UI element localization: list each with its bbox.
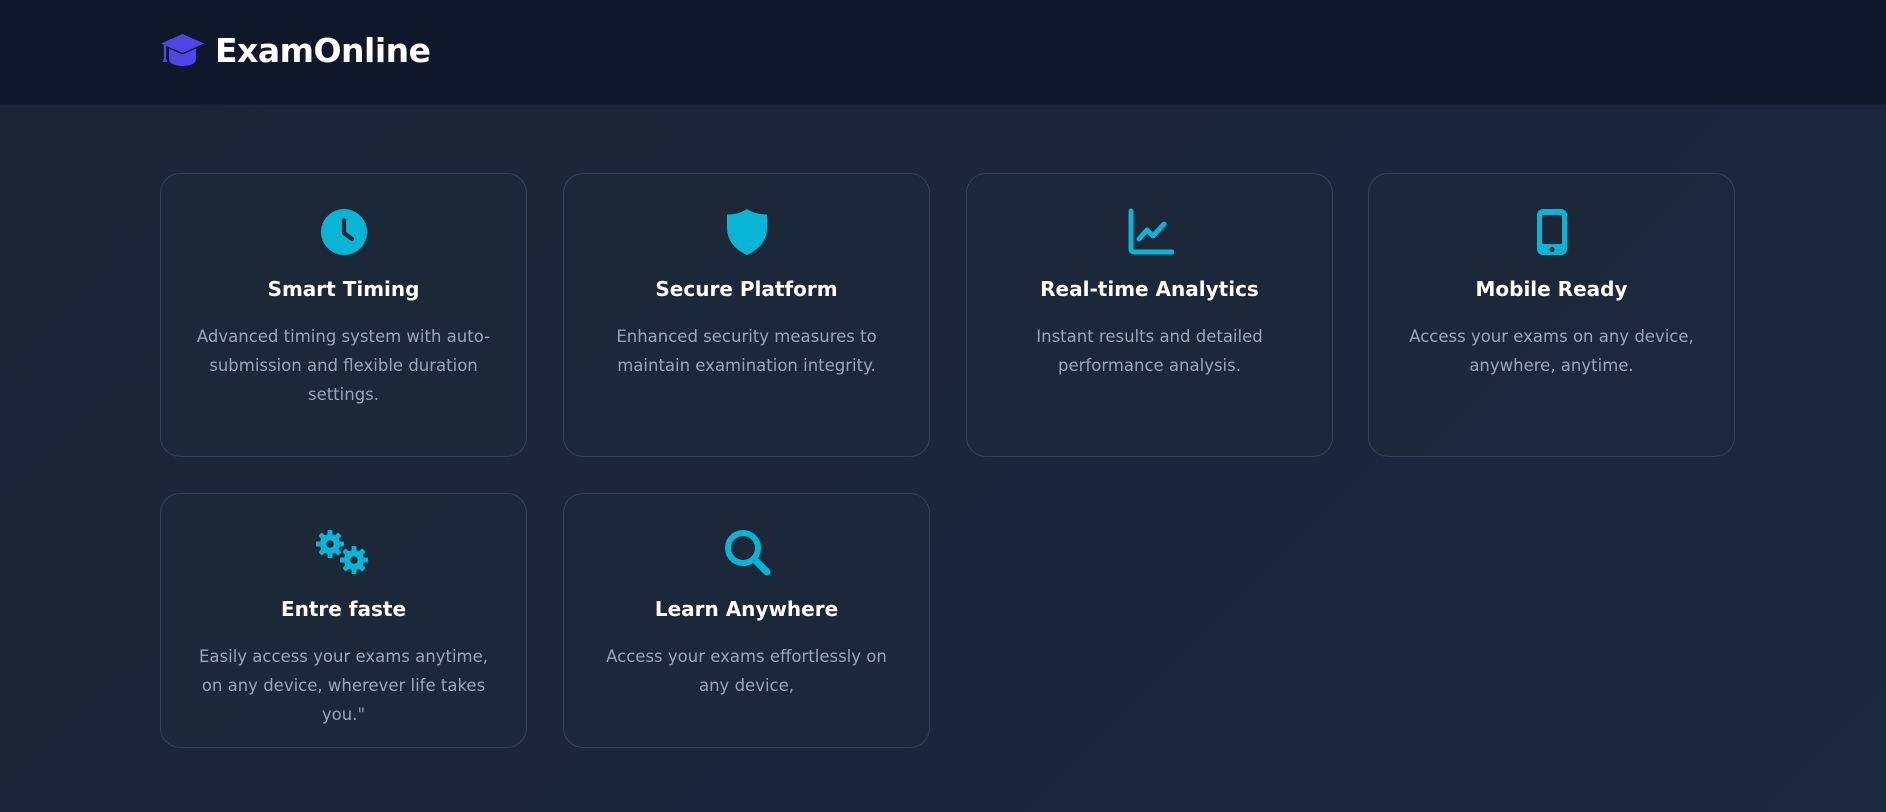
feature-card-real-time-analytics: Real-time Analytics Instant results and … — [966, 173, 1333, 457]
feature-card-secure-platform: Secure Platform Enhanced security measur… — [563, 173, 930, 457]
feature-card-smart-timing: Smart Timing Advanced timing system with… — [160, 173, 527, 457]
feature-title: Secure Platform — [655, 277, 838, 301]
feature-description: Access your exams effortlessly on any de… — [606, 647, 887, 695]
feature-title: Smart Timing — [267, 277, 420, 301]
feature-title: Mobile Ready — [1475, 277, 1628, 301]
feature-card-learn-anywhere: Learn Anywhere Access your exams effortl… — [563, 493, 930, 748]
feature-description: Enhanced security measures to maintain e… — [616, 327, 877, 375]
shield-icon — [726, 209, 767, 255]
chart-line-icon — [1128, 208, 1174, 255]
clock-icon — [320, 209, 367, 255]
brand-title: ExamOnline — [215, 30, 431, 70]
feature-title: Learn Anywhere — [654, 597, 839, 621]
feature-description: Access your exams on any device, anywher… — [1409, 327, 1694, 375]
brand-logo-link[interactable]: ExamOnline — [160, 30, 431, 70]
mobile-phone-icon — [1536, 209, 1567, 255]
feature-card-mobile-ready: Mobile Ready Access your exams on any de… — [1368, 173, 1735, 457]
gears-icon — [315, 530, 368, 574]
search-icon — [724, 530, 770, 576]
feature-title: Entre faste — [280, 597, 407, 621]
feature-description: Instant results and detailed performance… — [1036, 327, 1263, 375]
feature-description: Advanced timing system with auto-submiss… — [196, 327, 491, 404]
feature-card-entre-faste: Entre faste Easily access your exams any… — [160, 493, 527, 748]
top-navbar: ExamOnline — [0, 0, 1886, 105]
feature-title: Real-time Analytics — [1040, 277, 1259, 301]
feature-description: Easily access your exams anytime, on any… — [198, 647, 488, 724]
graduation-cap-icon — [161, 34, 204, 66]
